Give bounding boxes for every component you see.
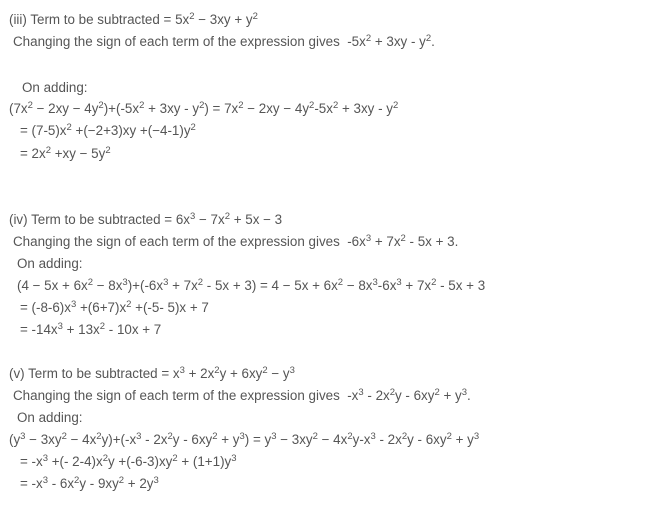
text-segment: + 13x xyxy=(62,322,100,337)
text-segment: = (7-5)x xyxy=(20,123,67,138)
text-segment: − 7x xyxy=(195,212,225,227)
line-iv-term: (iv) Term to be subtracted = 6x3 − 7x2 +… xyxy=(9,212,282,228)
text-segment: = -x xyxy=(20,476,43,491)
text-segment: − 2xy − 4y xyxy=(32,101,99,116)
exponent: 2 xyxy=(105,145,111,156)
text-segment: − 3xy xyxy=(25,432,62,447)
text-segment: − 8x xyxy=(343,278,373,293)
exponent: 3 xyxy=(231,453,237,464)
line-iii-step1: (7x2 − 2xy − 4y2)+(-5x2 + 3xy - y2) = 7x… xyxy=(9,101,398,117)
exponent: 2 xyxy=(190,122,196,133)
text-segment: - 5x + 3 xyxy=(436,278,486,293)
text-segment: (7x xyxy=(9,101,28,116)
text-segment: + y xyxy=(451,432,474,447)
text-segment: + 3xy - y xyxy=(338,101,393,116)
text-segment: + y xyxy=(217,432,240,447)
text-segment: − 8x xyxy=(93,278,123,293)
text-segment: − 2xy − 4y xyxy=(243,101,310,116)
text-segment: )+(-6x xyxy=(127,278,164,293)
text-segment: - 2x xyxy=(375,432,402,447)
text-segment: (iv) Term to be subtracted = 6x xyxy=(9,212,190,227)
text-segment: = -x xyxy=(20,454,43,469)
text-segment: y - 9xy xyxy=(79,476,119,491)
text-segment: = -14x xyxy=(20,322,58,337)
line-v-step2: = -x3 +(- 2-4)x2y +(-6-3)xy2 + (1+1)y3 xyxy=(20,454,237,470)
text-segment: . xyxy=(467,388,471,403)
line-iv-step1: (4 − 5x + 6x2 − 8x3)+(-6x3 + 7x2 - 5x + … xyxy=(17,278,485,294)
text-segment: - 5x + 3. xyxy=(405,234,459,249)
line-iii-step2: = (7-5)x2 +(−2+3)xy +(−4-1)y2 xyxy=(20,123,196,139)
exponent: 3 xyxy=(153,475,159,486)
text-segment: On adding: xyxy=(22,80,88,95)
text-segment: y - 6xy xyxy=(407,432,447,447)
text-segment: (4 − 5x + 6x xyxy=(17,278,88,293)
text-segment: (v) Term to be subtracted = x xyxy=(9,366,180,381)
text-segment: y)+(-x xyxy=(101,432,137,447)
text-segment: )+(-5x xyxy=(103,101,140,116)
text-segment: − y xyxy=(267,366,290,381)
line-iv-step3: = -14x3 + 13x2 - 10x + 7 xyxy=(20,322,161,338)
text-segment: +(-5- 5)x + 7 xyxy=(131,300,209,315)
text-segment: On adding: xyxy=(17,256,83,271)
line-iv-adding: On adding: xyxy=(17,256,83,272)
text-segment: + (1+1)y xyxy=(177,454,232,469)
line-v-change: Changing the sign of each term of the ex… xyxy=(13,388,471,404)
line-iii-adding: On adding: xyxy=(22,80,88,96)
text-segment: + 3xy - y xyxy=(371,34,426,49)
text-segment: + 2y xyxy=(124,476,154,491)
text-segment: - 2x xyxy=(363,388,390,403)
line-v-term: (v) Term to be subtracted = x3 + 2x2y + … xyxy=(9,366,295,382)
text-segment: y +(-6-3)xy xyxy=(107,454,173,469)
text-segment: Changing the sign of each term of the ex… xyxy=(13,234,366,249)
text-segment: . xyxy=(431,34,435,49)
text-segment: − 3xy xyxy=(276,432,313,447)
text-segment: Changing the sign of each term of the ex… xyxy=(13,388,359,403)
text-segment: = (-8-6)x xyxy=(20,300,71,315)
exponent: 2 xyxy=(252,11,258,22)
text-segment: + 3xy - y xyxy=(144,101,200,116)
text-segment: ) = 7x xyxy=(204,101,239,116)
line-iv-step2: = (-8-6)x3 +(6+7)x2 +(-5- 5)x + 7 xyxy=(20,300,209,316)
text-segment: +(−2+3)xy +(−4-1)y xyxy=(71,123,191,138)
text-segment: − 4x xyxy=(66,432,97,447)
exponent: 3 xyxy=(289,365,295,376)
text-segment: ) = y xyxy=(244,432,272,447)
text-segment: -5x xyxy=(314,101,333,116)
line-iii-term: (iii) Term to be subtracted = 5x 2 − 3xy … xyxy=(9,12,258,28)
text-segment: − 4x xyxy=(317,432,348,447)
text-segment: − 3xy + y xyxy=(194,12,253,27)
text-segment: + y xyxy=(439,388,462,403)
text-segment: Changing the sign of each term of the ex… xyxy=(13,34,366,49)
text-segment: +(6+7)x xyxy=(76,300,127,315)
line-v-step1: (y3 − 3xy2 − 4x2y)+(-x3 - 2x2y - 6xy2 + … xyxy=(9,432,479,448)
line-v-adding: On adding: xyxy=(17,410,83,426)
line-iv-change: Changing the sign of each term of the ex… xyxy=(13,234,458,250)
text-segment: + 7x xyxy=(401,278,432,293)
text-segment: -6x xyxy=(377,278,397,293)
line-iii-step3: = 2x2 +xy − 5y2 xyxy=(20,146,111,162)
text-segment: y + 6xy xyxy=(219,366,263,381)
line-iii-change: Changing the sign of each term of the ex… xyxy=(13,34,435,50)
text-segment: - 6x xyxy=(48,476,75,491)
text-segment: y - 6xy xyxy=(395,388,435,403)
text-segment: y-x xyxy=(352,432,371,447)
text-segment: + 5x − 3 xyxy=(229,212,283,227)
text-segment: - 2x xyxy=(141,432,168,447)
text-segment: On adding: xyxy=(17,410,83,425)
text-segment: y - 6xy xyxy=(172,432,213,447)
exponent: 2 xyxy=(392,100,399,111)
text-segment: (y xyxy=(9,432,21,447)
text-segment: - 10x + 7 xyxy=(105,322,162,337)
line-v-step3: = -x3 - 6x2y - 9xy2 + 2y3 xyxy=(20,476,159,492)
text-segment: = 2x xyxy=(20,146,46,161)
text-segment: +(- 2-4)x xyxy=(48,454,103,469)
text-segment: (iii) Term to be subtracted = 5x xyxy=(9,12,190,27)
text-segment: - 5x + 3) = 4 − 5x + 6x xyxy=(203,278,338,293)
text-segment: + 7x xyxy=(168,278,198,293)
text-segment: + 7x xyxy=(371,234,401,249)
exponent: 3 xyxy=(473,431,480,442)
text-segment: + 2x xyxy=(184,366,215,381)
text-segment: +xy − 5y xyxy=(50,146,106,161)
